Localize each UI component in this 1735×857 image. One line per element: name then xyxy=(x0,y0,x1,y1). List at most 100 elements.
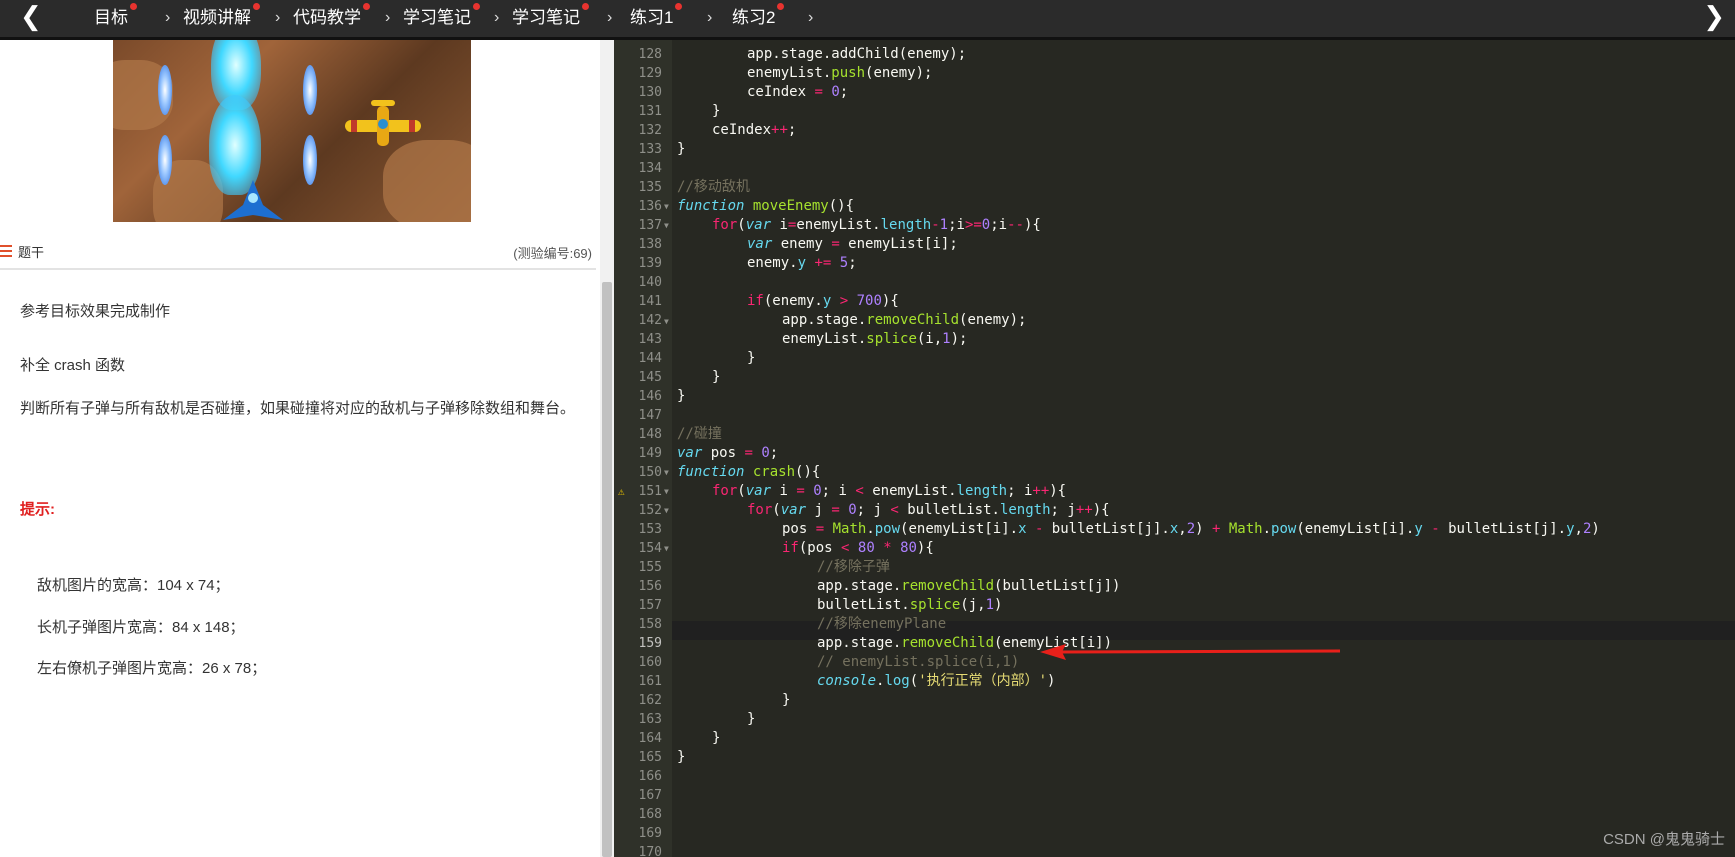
chevron-right-icon: › xyxy=(707,9,713,26)
tab-video[interactable]: 视频讲解 xyxy=(183,3,260,31)
tab-label: 视频讲解 xyxy=(183,8,251,27)
fold-arrow-icon[interactable]: ▼ xyxy=(664,482,672,501)
line-number: 141 xyxy=(638,294,662,309)
tab-label: 练习2 xyxy=(732,8,776,27)
code-line: pos = Math.pow(enemyList[i].x - bulletLi… xyxy=(782,521,1600,537)
code-line: for(var j = 0; j < bulletList.length; j+… xyxy=(747,502,1110,518)
line-number: 131 xyxy=(638,104,662,119)
watermark: CSDN @鬼鬼骑士 xyxy=(1603,831,1725,848)
spec-line: 敌机图片的宽高：104 x 74； xyxy=(37,577,230,594)
scrollbar-thumb[interactable] xyxy=(602,282,612,857)
code-line: var enemy = enemyList[i]; xyxy=(747,236,958,252)
rock-shape xyxy=(383,140,471,222)
code-line: } xyxy=(747,350,756,366)
notification-dot xyxy=(130,3,137,10)
code-editor[interactable]: 128 129 130 131 132 133 134 135 136 137 138 139 140 1… xyxy=(614,40,1735,857)
notification-dot xyxy=(675,3,683,10)
line-number: 140 xyxy=(638,275,662,290)
question-panel: 题干 (测验编号:69) 参考目标效果完成制作 补全 crash 函数 判断所有… xyxy=(0,40,600,857)
game-preview-image xyxy=(113,40,471,222)
tab-exercise-2[interactable]: 练习2 xyxy=(732,3,785,31)
line-number: 148 xyxy=(638,427,662,442)
bullet-sprite xyxy=(303,65,317,115)
line-number: 142 xyxy=(638,313,662,328)
chevron-right-icon[interactable]: ❯ xyxy=(1703,2,1725,30)
notification-dot xyxy=(473,3,480,10)
line-number: 147 xyxy=(638,408,662,423)
line-number: 165 xyxy=(638,750,662,765)
code-line: ceIndex = 0; xyxy=(747,84,849,100)
line-number: 161 xyxy=(638,674,662,689)
scrollbar[interactable] xyxy=(600,40,614,857)
line-number: 169 xyxy=(638,826,662,841)
line-number: 135 xyxy=(638,180,662,195)
code-line: enemyList.splice(i,1); xyxy=(782,331,968,347)
tab-label: 练习1 xyxy=(630,8,674,27)
line-number: 137 xyxy=(638,218,662,233)
line-number: 153 xyxy=(638,522,662,537)
notification-dot xyxy=(253,3,260,10)
fold-arrow-icon[interactable]: ▼ xyxy=(664,463,672,482)
line-number: 152 xyxy=(638,503,662,518)
line-number: 133 xyxy=(638,142,662,157)
code-line: console.log('执行正常（内部）') xyxy=(817,673,1056,689)
line-number: 157 xyxy=(638,598,662,613)
code-line: app.stage.addChild(enemy); xyxy=(747,46,967,62)
tab-notes-1[interactable]: 学习笔记 xyxy=(403,3,480,31)
code-line: for(var i = 0; i < enemyList.length; i++… xyxy=(712,483,1067,499)
code-line: if(pos < 80 * 80){ xyxy=(782,540,934,556)
tab-goal[interactable]: 目标 xyxy=(94,3,137,31)
code-line: } xyxy=(677,749,686,765)
line-number: 159 xyxy=(638,636,662,651)
bullet-sprite xyxy=(158,135,172,185)
code-line: for(var i=enemyList.length-1;i>=0;i--){ xyxy=(712,217,1041,233)
code-line: } xyxy=(747,711,756,727)
fold-arrow-icon[interactable]: ▼ xyxy=(664,312,672,331)
line-number: 128 xyxy=(638,47,662,62)
line-number: 132 xyxy=(638,123,662,138)
fold-arrow-icon[interactable]: ▼ xyxy=(664,539,672,558)
question-header: 题干 (测验编号:69) xyxy=(0,236,596,270)
line-number: 146 xyxy=(638,389,662,404)
warning-icon[interactable]: ⚠ xyxy=(618,482,625,501)
question-line: 补全 crash 函数 xyxy=(20,357,126,374)
line-number: 149 xyxy=(638,446,662,461)
code-line: enemy.y += 5; xyxy=(747,255,857,271)
code-line: app.stage.removeChild(enemy); xyxy=(782,312,1027,328)
line-number: 138 xyxy=(638,237,662,252)
bullet-sprite xyxy=(158,65,172,115)
bullet-sprite xyxy=(303,135,317,185)
hint-label: 提示: xyxy=(20,501,55,518)
fold-arrow-icon[interactable]: ▼ xyxy=(664,501,672,520)
line-number: 162 xyxy=(638,693,662,708)
line-number: 164 xyxy=(638,731,662,746)
fold-arrow-icon[interactable]: ▼ xyxy=(664,216,672,235)
tab-code-teaching[interactable]: 代码教学 xyxy=(293,3,370,31)
code-line: function crash(){ xyxy=(677,464,821,480)
code-comment: // enemyList.splice(i,1) xyxy=(817,654,1020,670)
code-line: ceIndex++; xyxy=(712,122,797,138)
tab-notes-2[interactable]: 学习笔记 xyxy=(512,3,589,31)
quiz-id: (测验编号:69) xyxy=(513,246,592,261)
code-line: app.stage.removeChild(bulletList[j]) xyxy=(817,578,1121,594)
tab-exercise-1[interactable]: 练习1 xyxy=(630,3,683,31)
line-number: 134 xyxy=(638,161,662,176)
chevron-right-icon: › xyxy=(275,9,281,26)
code-line: } xyxy=(712,103,721,119)
chevron-right-icon: › xyxy=(607,9,613,26)
top-navigation-bar: ❮ 目标 › 视频讲解 › 代码教学 › 学习笔记 › 学习笔记 › 练习1 ›… xyxy=(0,0,1735,40)
fold-arrow-icon[interactable]: ▼ xyxy=(664,197,672,216)
chevron-left-icon[interactable]: ❮ xyxy=(20,2,42,30)
code-line: function moveEnemy(){ xyxy=(677,198,855,214)
line-number: 139 xyxy=(638,256,662,271)
code-line: } xyxy=(677,141,686,157)
code-comment: //移除子弹 xyxy=(817,559,890,575)
annotation-arrow-icon xyxy=(1040,644,1340,660)
code-line: } xyxy=(712,730,721,746)
line-number: 136 xyxy=(638,199,662,214)
notification-dot xyxy=(363,3,370,10)
line-number: 166 xyxy=(638,769,662,784)
code-comment: //碰撞 xyxy=(677,426,722,442)
line-number: 144 xyxy=(638,351,662,366)
code-line: } xyxy=(712,369,721,385)
